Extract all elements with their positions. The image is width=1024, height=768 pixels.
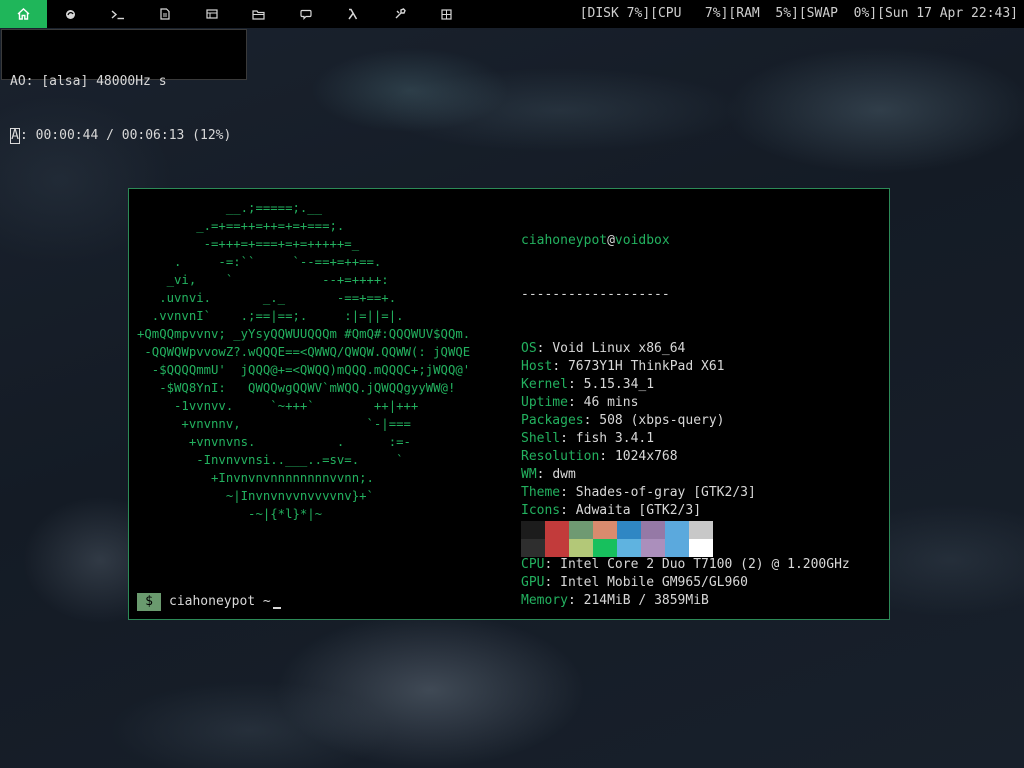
color-swatch [521,521,545,539]
info-field-list: OS: Void Linux x86_64 Host: 7673Y1H Think… [521,340,850,610]
color-swatch [569,521,593,539]
playback-time: : 00:00:44 / 00:06:13 (12%) [20,128,232,143]
info-row: Shell: fish 3.4.1 [521,431,655,446]
info-key: Resolution [521,449,600,464]
palette-row-bright [521,539,713,557]
palette-row-normal [521,521,713,539]
username: ciahoneypot [521,233,608,248]
info-value: Intel Mobile GM965/GL960 [560,575,748,590]
tag-10-grid[interactable] [423,0,470,28]
info-value: 508 (xbps-query) [599,413,725,428]
color-swatch [641,539,665,557]
terminal-window[interactable]: __.;=====;.__ _.=+==++=++=+=+===;. -=+++… [128,188,890,620]
text-cursor [272,607,281,609]
color-swatch [545,521,569,539]
tools-icon [395,8,406,19]
separator-line: ------------------- [521,287,670,302]
color-swatch [593,539,617,557]
info-key: Host [521,359,553,374]
info-row: GPU: Intel Mobile GM965/GL960 [521,575,748,590]
hostname: voidbox [614,233,670,248]
tag-6-folder[interactable] [235,0,282,28]
info-value: fish 3.4.1 [575,431,655,446]
prompt-sign: $ [137,593,161,611]
tag-8-lambda[interactable] [329,0,376,28]
info-value: Shades-of-gray [GTK2/3] [575,485,756,500]
info-row: Resolution: 1024x768 [521,449,678,464]
info-row: Theme: Shades-of-gray [GTK2/3] [521,485,756,500]
info-row: Uptime: 46 mins [521,395,639,410]
user-host-line: ciahoneypot@voidbox [521,232,850,250]
tag-2-browser[interactable] [47,0,94,28]
color-swatch [569,539,593,557]
shell-prompt[interactable]: $ ciahoneypot ~ [137,593,281,611]
info-row: CPU: Intel Core 2 Duo T7100 (2) @ 1.200G… [521,557,850,572]
info-key: CPU [521,557,545,572]
status-bar-text: [DISK 7%][CPU 7%][RAM 5%][SWAP 0%][Sun 1… [579,6,1018,21]
info-row: WM: dwm [521,467,576,482]
info-value: 5.15.34_1 [583,377,655,392]
info-value: 214MiB / 3859MiB [583,593,709,608]
lambda-icon [348,8,358,20]
color-swatch [593,521,617,539]
info-value: Adwaita [GTK2/3] [575,503,702,518]
tag-4-document[interactable] [141,0,188,28]
at-sign: @ [607,233,615,248]
info-key: Icons [521,503,561,518]
home-icon [17,8,30,20]
folder-icon [252,9,265,20]
info-value: 46 mins [583,395,639,410]
color-swatch [617,521,641,539]
document-icon [159,8,170,20]
info-key: Theme [521,485,561,500]
info-key: Uptime [521,395,568,410]
grid-icon [441,8,452,20]
chat-icon [299,9,312,20]
color-swatch [689,539,713,557]
info-value: 7673Y1H ThinkPad X61 [567,359,725,374]
info-value: Void Linux x86_64 [552,341,686,356]
info-row: Kernel: 5.15.34_1 [521,377,655,392]
info-value: Intel Core 2 Duo T7100 (2) @ 1.200GHz [560,557,850,572]
color-swatch [617,539,641,557]
color-swatch [521,539,545,557]
color-swatch [665,521,689,539]
info-key: Shell [521,431,561,446]
color-swatch [545,539,569,557]
info-key: OS [521,341,537,356]
color-swatch [689,521,713,539]
system-info-panel: ciahoneypot@voidbox ------------------- … [521,196,850,646]
media-icon [205,9,218,19]
tag-1-home[interactable] [0,0,47,28]
color-palette [521,521,713,557]
info-key: Memory [521,593,568,608]
info-row: OS: Void Linux x86_64 [521,341,686,356]
tag-7-chat[interactable] [282,0,329,28]
info-key: Packages [521,413,584,428]
distro-ascii-logo: __.;=====;.__ _.=+==++=++=+=+===;. -=+++… [137,201,471,521]
info-row: Packages: 508 (xbps-query) [521,413,725,428]
info-row: Icons: Adwaita [GTK2/3] [521,503,702,518]
color-swatch [641,521,665,539]
info-key: GPU [521,575,545,590]
playback-progress: A: 00:00:44 / 00:06:13 (12%) [10,127,246,145]
info-value: dwm [552,467,576,482]
tag-3-terminal[interactable] [94,0,141,28]
tag-5-media[interactable] [188,0,235,28]
info-value: 1024x768 [614,449,678,464]
info-key: WM [521,467,537,482]
terminal-icon [111,9,124,19]
play-state-glyph: A [10,128,20,144]
tag-9-tools[interactable] [376,0,423,28]
top-bar: [DISK 7%][CPU 7%][RAM 5%][SWAP 0%][Sun 1… [0,0,1024,28]
browser-icon [66,9,75,19]
mpv-osd-overlay: AO: [alsa] 48000Hz s A: 00:00:44 / 00:06… [1,29,247,144]
info-row: Memory: 214MiB / 3859MiB [521,593,709,608]
prompt-text: ciahoneypot ~ [169,594,271,609]
color-swatch [665,539,689,557]
audio-output-info: AO: [alsa] 48000Hz s [10,74,167,89]
info-key: Kernel [521,377,568,392]
info-row: Host: 7673Y1H ThinkPad X61 [521,359,725,374]
